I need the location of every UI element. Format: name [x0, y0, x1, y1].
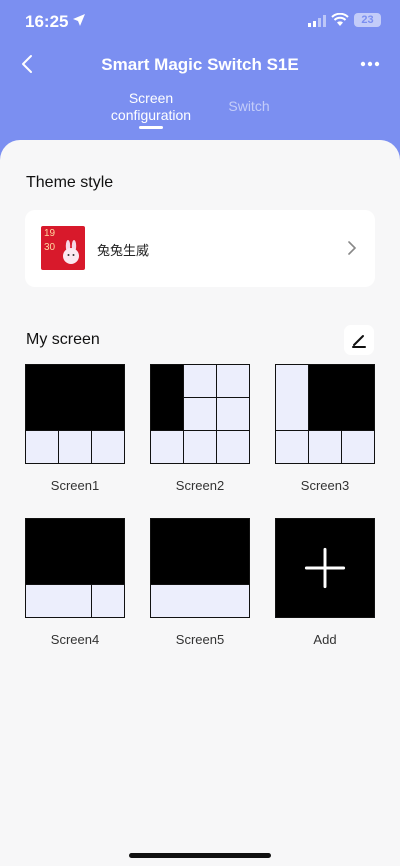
screen-layout-cell: [25, 584, 92, 618]
screen-layout-cell: [91, 584, 125, 618]
tab-bar: Screen configuration Switch: [0, 90, 400, 130]
status-bar: 16:25 23: [0, 0, 400, 44]
screen-5-label: Screen5: [175, 632, 225, 647]
theme-style-heading: Theme style: [26, 174, 114, 191]
screen-layout-cell: [58, 430, 92, 464]
screen-layout-cell: [275, 364, 309, 431]
screen-3-tile[interactable]: Screen3: [275, 364, 375, 493]
screen-5-tile[interactable]: Screen5: [150, 518, 250, 647]
tab-screen-configuration[interactable]: Screen configuration: [100, 90, 202, 124]
screen-layout-cell: [150, 430, 184, 464]
screen-2-label: Screen2: [175, 478, 225, 493]
main-content: Theme style 19 30 兔兔生威 My screen Screen1…: [0, 140, 400, 866]
screen-4-preview: [25, 518, 125, 618]
chevron-right-icon: [348, 241, 357, 255]
wifi-icon: [331, 13, 349, 26]
tab-label-line1: Screen: [128, 90, 174, 106]
battery-icon: 23: [354, 13, 381, 27]
signal-icon: [308, 15, 326, 27]
home-indicator: [129, 853, 271, 858]
screen-layout-cell: [183, 364, 217, 398]
header: 16:25 23 Smart Magic Switch S1E Screen c…: [0, 0, 400, 160]
screen-layout-cell: [216, 430, 250, 464]
screen-layout-cell: [341, 430, 375, 464]
screen-4-label: Screen4: [50, 632, 100, 647]
edit-button[interactable]: [344, 325, 374, 355]
status-time: 16:25: [25, 12, 69, 31]
nav-bar: Smart Magic Switch S1E: [0, 48, 400, 82]
screen-layout-cell: [25, 430, 59, 464]
my-screen-heading: My screen: [26, 331, 100, 348]
screen-1-tile[interactable]: Screen1: [25, 364, 125, 493]
screen-layout-cell: [308, 430, 342, 464]
screen-layout-cell: [216, 364, 250, 398]
screen-layout-cell: [183, 397, 217, 431]
add-screen-preview: [275, 518, 375, 618]
page-title: Smart Magic Switch S1E: [101, 55, 299, 74]
screen-3-label: Screen3: [300, 478, 350, 493]
thumb-number-bottom: 30: [44, 242, 56, 253]
more-dots-icon[interactable]: [360, 54, 380, 74]
theme-name: 兔兔生威: [97, 244, 150, 259]
screen-layout-cell: [216, 397, 250, 431]
add-screen-tile[interactable]: Add: [275, 518, 375, 647]
thumb-number-top: 19: [44, 228, 56, 239]
screen-2-preview: [150, 364, 250, 464]
tab-switch[interactable]: Switch: [218, 98, 280, 115]
plus-icon: [304, 547, 346, 589]
theme-thumbnail: 19 30: [41, 226, 85, 270]
location-arrow-icon: [73, 14, 85, 26]
bunny-icon: [63, 240, 79, 264]
screen-4-tile[interactable]: Screen4: [25, 518, 125, 647]
tab-label-line2: configuration: [110, 107, 192, 123]
screen-layout-cell: [150, 584, 250, 618]
theme-card[interactable]: 19 30 兔兔生威: [25, 210, 375, 287]
screen-2-tile[interactable]: Screen2: [150, 364, 250, 493]
screen-layout-cell: [91, 430, 125, 464]
screen-1-label: Screen1: [50, 478, 100, 493]
pencil-icon: [352, 335, 366, 348]
add-screen-label: Add: [313, 632, 337, 647]
screen-5-preview: [150, 518, 250, 618]
screen-layout-cell: [183, 430, 217, 464]
screen-1-preview: [25, 364, 125, 464]
screen-layout-cell: [275, 430, 309, 464]
screen-3-preview: [275, 364, 375, 464]
tab-underline: [139, 126, 163, 129]
